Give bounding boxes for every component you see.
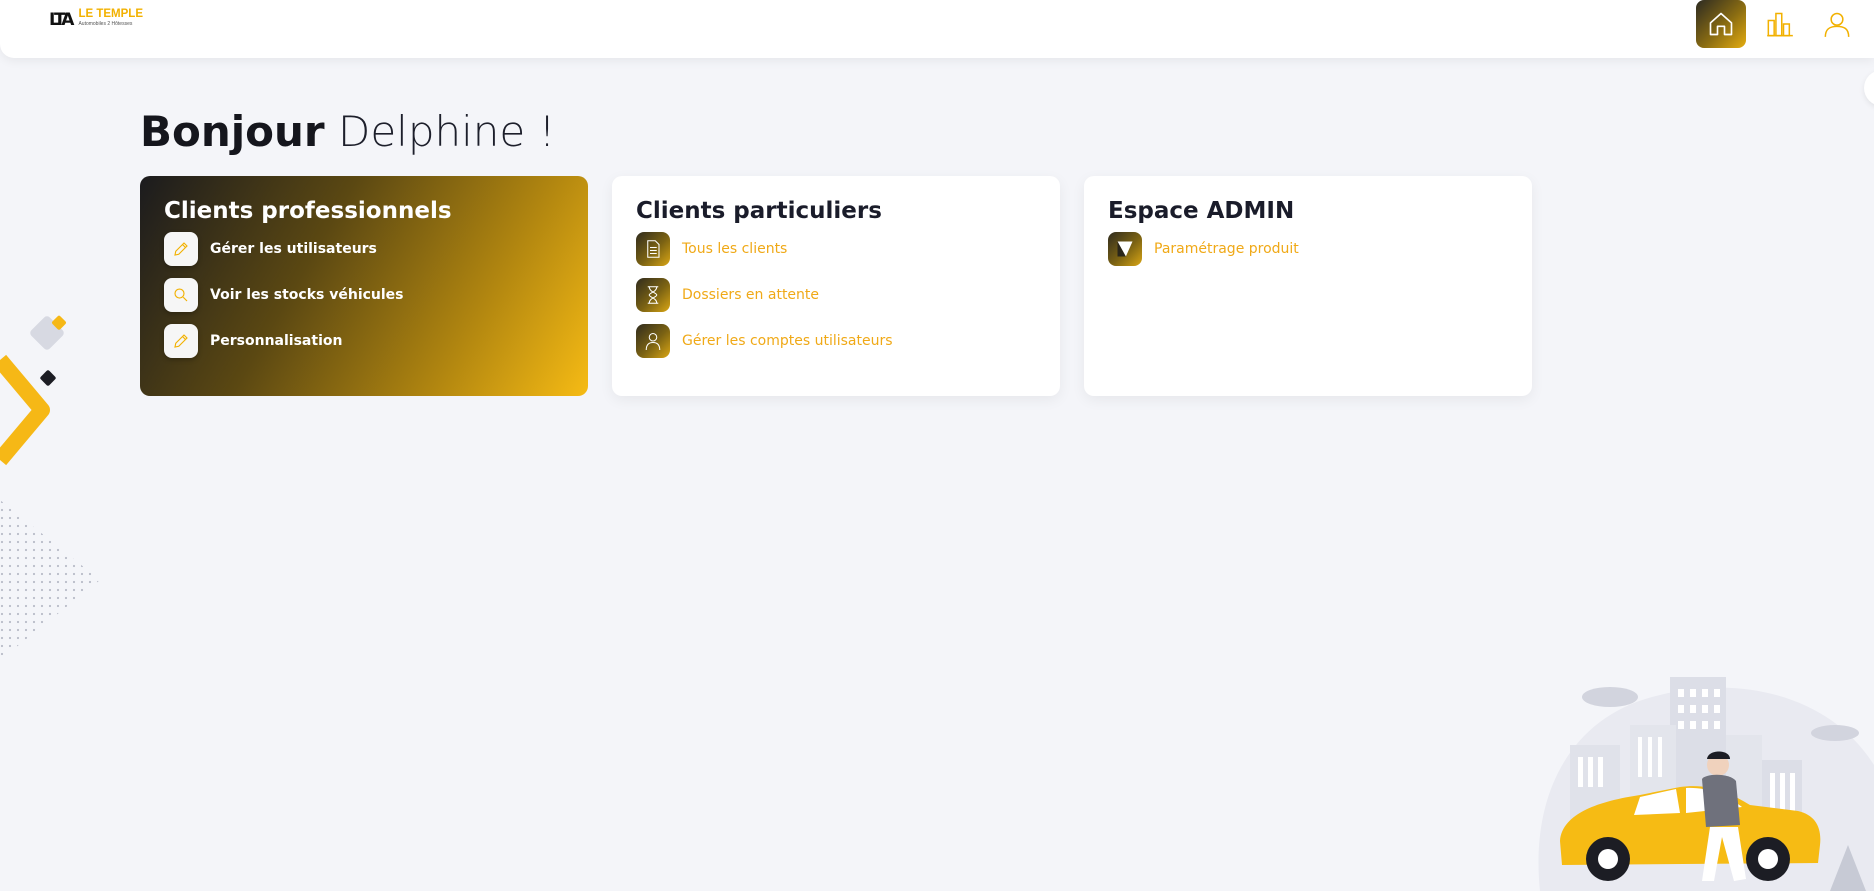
nav-user-button[interactable]	[1812, 0, 1862, 48]
menu-item-voir-stocks[interactable]: Voir les stocks véhicules	[164, 278, 564, 312]
decorative-shapes	[0, 315, 100, 660]
menu-item-tous-les-clients[interactable]: Tous les clients	[636, 232, 1036, 266]
brand-text: LE TEMPLE Automobiles 2 Hôtesses	[78, 8, 143, 28]
page-title: Bonjour Delphine !	[140, 104, 555, 160]
pencil-icon	[164, 232, 198, 266]
hourglass-icon	[636, 278, 670, 312]
brand-mark: LTA	[49, 10, 75, 30]
menu-item-label: Tous les clients	[682, 241, 788, 257]
menu-item-gerer-utilisateurs[interactable]: Gérer les utilisateurs	[164, 232, 564, 266]
top-bar: LTA LE TEMPLE Automobiles 2 Hôtesses	[0, 0, 1874, 58]
card-title: Clients professionnels	[164, 198, 452, 224]
card-title: Clients particuliers	[636, 198, 882, 224]
brand-tagline: Automobiles 2 Hôtesses	[78, 21, 133, 27]
search-icon	[164, 278, 198, 312]
user-icon	[1824, 12, 1850, 37]
card-title: Espace ADMIN	[1108, 198, 1295, 224]
menu-item-personnalisation[interactable]: Personnalisation	[164, 324, 564, 358]
brand-name: LE TEMPLE	[78, 8, 143, 20]
menu-item-label: Personnalisation	[210, 333, 343, 349]
nav-stats-button[interactable]	[1755, 0, 1805, 48]
menu-item-dossiers-en-attente[interactable]: Dossiers en attente	[636, 278, 1036, 312]
greeting-name: Delphine !	[338, 107, 556, 156]
pencil-icon	[164, 324, 198, 358]
menu-item-label: Dossiers en attente	[682, 287, 820, 303]
home-icon	[1709, 12, 1733, 36]
menu-item-label: Paramétrage produit	[1154, 241, 1299, 257]
side-panel-toggle[interactable]	[1864, 70, 1874, 106]
document-icon	[636, 232, 670, 266]
city-taxi-illustration	[1538, 677, 1874, 891]
menu-item-label: Voir les stocks véhicules	[210, 287, 404, 303]
card-clients-professionnels: Clients professionnels Gérer les utilisa…	[140, 176, 588, 396]
settings-shape-icon	[1108, 232, 1142, 266]
user-icon	[636, 324, 670, 358]
card-menu: Tous les clients Dossiers en attente Gér…	[636, 232, 1036, 358]
card-espace-admin: Espace ADMIN Paramétrage produit	[1084, 176, 1532, 396]
card-menu: Paramétrage produit	[1108, 232, 1508, 266]
menu-item-label: Gérer les comptes utilisateurs	[682, 333, 893, 349]
card-menu: Gérer les utilisateurs Voir les stocks v…	[164, 232, 564, 358]
card-clients-particuliers: Clients particuliers Tous les clients Do…	[612, 176, 1060, 396]
nav-home-button[interactable]	[1696, 0, 1746, 48]
menu-item-label: Gérer les utilisateurs	[210, 241, 377, 257]
bar-chart-icon	[1767, 12, 1793, 37]
brand-logo[interactable]: LTA LE TEMPLE Automobiles 2 Hôtesses	[49, 8, 143, 29]
menu-item-parametrage-produit[interactable]: Paramétrage produit	[1108, 232, 1508, 266]
menu-item-gerer-comptes[interactable]: Gérer les comptes utilisateurs	[636, 324, 1036, 358]
greeting-hello: Bonjour	[140, 107, 325, 156]
